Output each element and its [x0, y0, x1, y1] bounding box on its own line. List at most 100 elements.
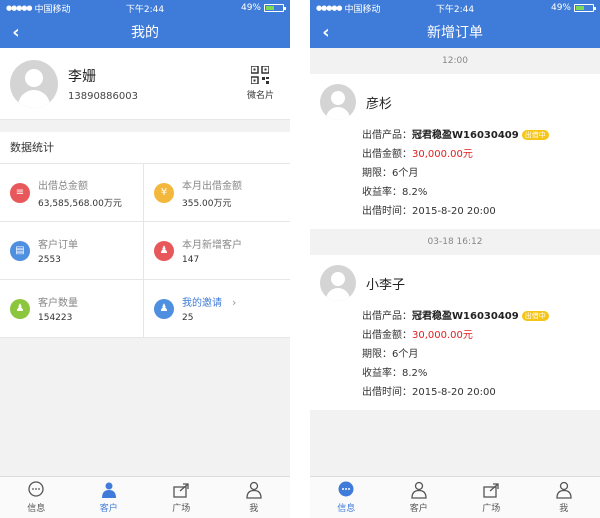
chat-icon: [28, 481, 44, 497]
user-name: 李姗: [68, 68, 96, 85]
term-field: 期限：6个月: [362, 349, 419, 360]
business-card-button[interactable]: 微名片: [247, 66, 274, 101]
nav-bar: ‹ 我的: [0, 16, 290, 48]
battery-icon: [264, 4, 286, 12]
stats-grid: ≡ 出借总金额 63,585,568.00万元 ¥ 本月出借金额 355.00万…: [0, 164, 290, 338]
tab-label: 广场: [172, 504, 191, 514]
stat-value: 2553: [38, 255, 61, 265]
tab-bar: 信息 客户 广场 我: [310, 476, 600, 518]
new-orders-screen: ●●●●● 中国移动 下午2:44 49% ‹ 新增订单 12:00 彦杉 出借…: [310, 0, 600, 518]
tab-messages[interactable]: 信息: [0, 477, 73, 518]
coin-icon: ≡: [10, 182, 30, 203]
order-card[interactable]: 小李子 出借产品：冠君稳盈W16030409 出借中 出借金额：30,000.00…: [310, 255, 600, 410]
business-card-label: 微名片: [246, 91, 274, 101]
signal-icon: ●●●●●: [6, 4, 33, 12]
back-button[interactable]: ‹: [316, 16, 336, 48]
stat-value: 355.00万元: [182, 198, 232, 209]
tab-label: 信息: [27, 504, 46, 514]
stat-value: 63,585,568.00万元: [38, 198, 122, 209]
carrier-label: 中国移动: [34, 4, 71, 15]
share-icon: [483, 483, 499, 498]
stat-value: 25: [182, 313, 194, 323]
status-bar: ●●●●● 中国移动 下午2:44 49%: [310, 0, 600, 16]
users-icon: ♟: [10, 298, 30, 319]
tab-label: 广场: [482, 504, 501, 514]
nav-bar: ‹ 新增订单: [310, 16, 600, 48]
stat-label: 我的邀请 ›: [182, 296, 237, 309]
tab-messages[interactable]: 信息: [310, 477, 383, 518]
tab-label: 客户: [409, 504, 428, 514]
stat-label: 本月出借金额: [182, 180, 242, 192]
status-badge: 出借中: [521, 311, 549, 321]
client-name: 彦杉: [366, 96, 393, 112]
invite-icon: ♟: [154, 298, 174, 319]
date-field: 出借时间：2015-8-20 20:00: [362, 206, 496, 217]
product-name: 冠君稳盈W16030409: [412, 311, 519, 322]
product-field: 出借产品：冠君稳盈W16030409 出借中: [362, 126, 590, 145]
battery-percent: 49%: [240, 3, 261, 13]
page-title: 新增订单: [427, 25, 483, 41]
status-bar: ●●●●● 中国移动 下午2:44 49%: [0, 0, 290, 16]
battery-percent: 49%: [550, 3, 571, 13]
order-card[interactable]: 彦杉 出借产品：冠君稳盈W16030409 出借中 出借金额：30,000.00元…: [310, 74, 600, 229]
stat-label: 客户数量: [38, 298, 78, 309]
client-icon: [101, 482, 116, 498]
battery-icon: [574, 4, 596, 12]
stat-label: 客户订单: [38, 240, 78, 251]
back-button[interactable]: ‹: [6, 16, 26, 48]
tab-clients[interactable]: 客户: [73, 477, 146, 518]
tab-square[interactable]: 广场: [145, 477, 218, 518]
product-name: 冠君稳盈W16030409: [412, 130, 519, 141]
status-badge: 出借中: [521, 130, 549, 140]
amount-value: 30,000.00元: [412, 149, 473, 160]
user-phone: 13890886003: [68, 90, 138, 102]
tab-clients[interactable]: 客户: [383, 477, 456, 518]
stat-new-clients[interactable]: ♟ 本月新增客户 147: [144, 222, 290, 280]
client-name: 小李子: [366, 277, 406, 293]
rate-field: 收益率：8.2%: [362, 368, 428, 379]
time-separator: 12:00: [442, 56, 468, 66]
me-icon: [246, 481, 262, 499]
stat-month-amount[interactable]: ¥ 本月出借金额 355.00万元: [144, 164, 290, 222]
profile-screen: ●●●●● 中国移动 下午2:44 49% ‹ 我的 李姗 1389088600…: [0, 0, 290, 518]
amount-value: 30,000.00元: [412, 330, 473, 341]
stat-value: 147: [182, 255, 200, 265]
tab-me[interactable]: 我: [218, 477, 291, 518]
share-icon: [173, 483, 189, 498]
me-icon: [556, 481, 572, 499]
tab-label: 我: [559, 504, 569, 514]
time-separator: 03-18 16:12: [427, 237, 483, 247]
stat-client-count[interactable]: ♟ 客户数量 154223: [0, 280, 144, 338]
signal-icon: ●●●●●: [316, 4, 343, 12]
stat-client-orders[interactable]: ▤ 客户订单 2553: [0, 222, 144, 280]
client-icon: [411, 481, 427, 499]
stat-total-amount[interactable]: ≡ 出借总金额 63,585,568.00万元: [0, 164, 144, 222]
stat-value: 154223: [38, 313, 73, 323]
page-title: 我的: [131, 25, 159, 41]
tab-label: 信息: [337, 504, 356, 514]
qr-code-icon: [251, 66, 270, 84]
avatar: [320, 84, 356, 120]
section-title: 数据统计: [0, 132, 290, 164]
stat-my-invites[interactable]: ♟ 我的邀请 › 25: [144, 280, 290, 338]
user-add-icon: ♟: [154, 240, 174, 261]
profile-header[interactable]: 李姗 13890886003 微名片: [0, 48, 290, 120]
avatar: [320, 265, 356, 301]
tab-square[interactable]: 广场: [455, 477, 528, 518]
carrier-label: 中国移动: [344, 4, 381, 15]
avatar: [10, 59, 58, 108]
tab-bar: 信息 客户 广场 我: [0, 476, 290, 518]
stat-label: 出借总金额: [38, 180, 88, 192]
tab-me[interactable]: 我: [528, 477, 600, 518]
amount-field: 出借金额：30,000.00元: [362, 149, 473, 160]
yen-icon: ¥: [154, 182, 174, 203]
stat-label: 本月新增客户: [182, 240, 242, 251]
chat-icon: [338, 481, 354, 497]
date-field: 出借时间：2015-8-20 20:00: [362, 387, 496, 398]
rate-field: 收益率：8.2%: [362, 187, 428, 198]
tab-label: 客户: [99, 504, 118, 514]
clipboard-icon: ▤: [10, 240, 30, 261]
product-field: 出借产品：冠君稳盈W16030409 出借中: [362, 307, 590, 326]
chevron-right-icon: ›: [232, 296, 237, 309]
term-field: 期限：6个月: [362, 168, 419, 179]
